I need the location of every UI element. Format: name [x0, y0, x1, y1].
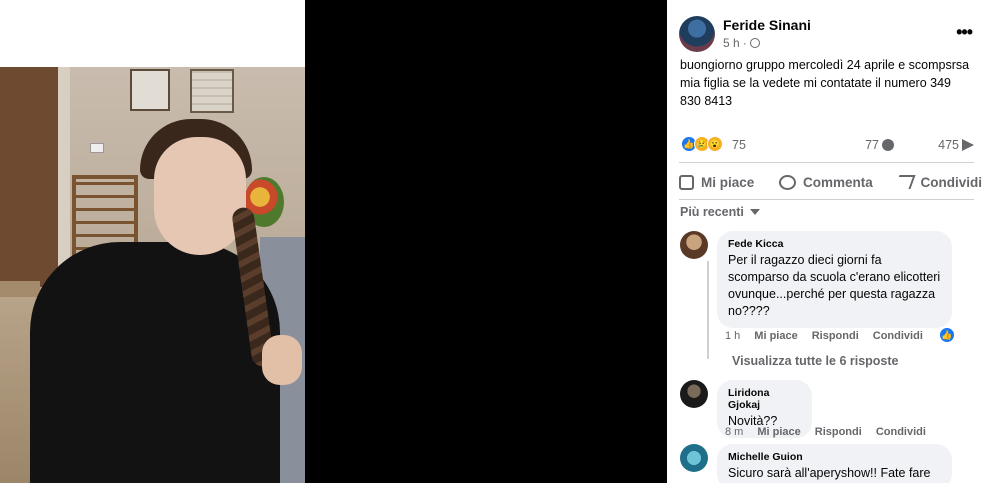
post-meta: 5 h · — [723, 36, 760, 50]
divider — [679, 162, 974, 163]
wow-reaction-icon: 😮 — [707, 136, 723, 152]
comment-share-button[interactable]: Condividi — [873, 330, 923, 342]
root: Feride Sinani 5 h · ••• buongiorno grupp… — [0, 0, 982, 483]
comment-text: Sicuro sarà all'aperyshow!! Fate fare — [728, 466, 931, 480]
photo-viewer[interactable] — [0, 0, 667, 483]
share-count[interactable]: 475 — [938, 138, 974, 152]
comment-like-icon[interactable]: 👍 — [939, 327, 955, 343]
author-avatar[interactable] — [679, 16, 715, 52]
comment-text: Per il ragazzo dieci giorni fa scomparso… — [728, 253, 941, 318]
post-header: Feride Sinani 5 h · ••• — [679, 14, 974, 54]
comment-meta: 8 m Mi piace Rispondi Condividi — [725, 426, 926, 438]
comment-avatar[interactable] — [680, 380, 708, 408]
comment-like-button[interactable]: Mi piace — [754, 330, 797, 342]
comment-avatar[interactable] — [680, 444, 708, 472]
divider — [679, 199, 974, 200]
comment-sort-dropdown[interactable]: Più recenti — [680, 205, 760, 219]
like-button[interactable]: Mi piace — [679, 174, 754, 190]
comment-like-button[interactable]: Mi piace — [757, 426, 800, 438]
share-button[interactable]: Condividi — [894, 175, 982, 190]
chevron-down-icon — [749, 209, 760, 215]
post-photo[interactable] — [0, 67, 305, 483]
comment-author[interactable]: Liridona Gjokaj — [728, 387, 801, 411]
comment-author[interactable]: Fede Kicca — [728, 238, 941, 250]
comment-meta: 1 h Mi piace Rispondi Condividi — [725, 330, 923, 342]
view-replies-link[interactable]: Visualizza tutte le 6 risposte — [732, 354, 899, 368]
author-name[interactable]: Feride Sinani — [723, 17, 811, 33]
photo-door — [0, 67, 58, 297]
post-time[interactable]: 5 h — [723, 36, 740, 50]
comment-reply-button[interactable]: Rispondi — [812, 330, 859, 342]
action-bar: Mi piace Commenta Condividi — [679, 166, 982, 198]
comment-bubble: Michelle Guion Sicuro sarà all'aperyshow… — [717, 444, 952, 483]
comment-avatar[interactable] — [680, 231, 708, 259]
reactions-bar: 👍 😢 😮 75 77 475 — [681, 136, 974, 154]
reaction-icons[interactable]: 👍 😢 😮 — [681, 136, 723, 152]
share-arrow-icon — [962, 139, 974, 151]
reaction-count[interactable]: 75 — [732, 138, 746, 152]
photo-top-strip — [0, 0, 305, 67]
meta-separator: · — [742, 36, 747, 50]
comment-bubble-icon — [882, 139, 894, 151]
post-text: buongiorno gruppo mercoledì 24 aprile e … — [680, 58, 970, 108]
comment-count[interactable]: 77 — [865, 138, 894, 152]
comment-reply-button[interactable]: Rispondi — [815, 426, 862, 438]
post-panel: Feride Sinani 5 h · ••• buongiorno grupp… — [667, 0, 982, 483]
comment-share-button[interactable]: Condividi — [876, 426, 926, 438]
thread-line — [707, 261, 709, 359]
comment-button[interactable]: Commenta — [779, 174, 873, 190]
comment-icon — [779, 174, 796, 190]
comment-author[interactable]: Michelle Guion — [728, 451, 941, 463]
globe-icon — [749, 38, 760, 48]
comment-time[interactable]: 1 h — [725, 330, 740, 342]
share-icon — [894, 175, 917, 189]
comment-time[interactable]: 8 m — [725, 426, 743, 438]
thumb-up-icon — [679, 174, 694, 190]
comment-bubble: Fede Kicca Per il ragazzo dieci giorni f… — [717, 231, 952, 328]
more-horizontal-icon[interactable]: ••• — [956, 22, 973, 43]
